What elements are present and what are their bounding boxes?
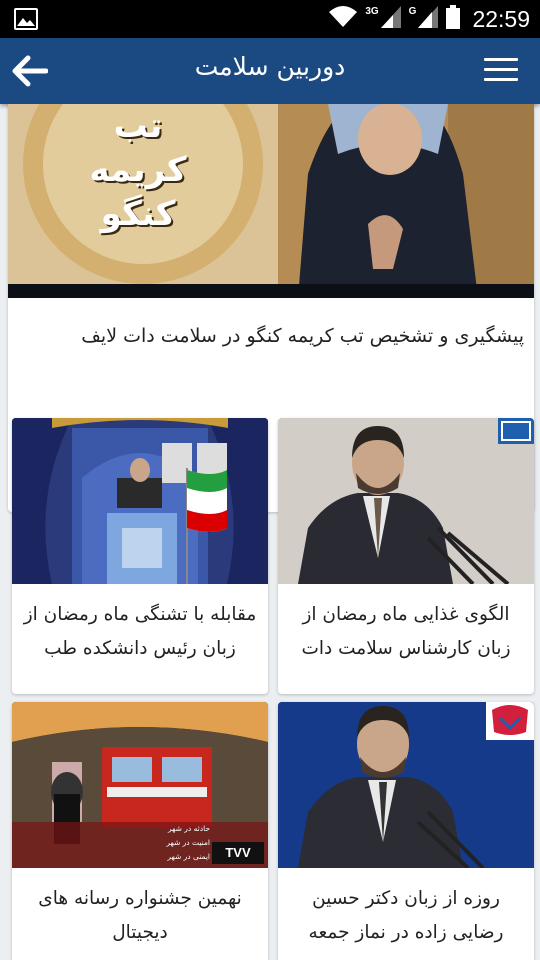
- channel-logo: TVV: [225, 845, 251, 860]
- app-bar: دوربین سلامت: [0, 38, 540, 104]
- signal-icon-1: [380, 6, 401, 32]
- gallery-notification-icon: [14, 8, 38, 30]
- article-image: [278, 702, 534, 868]
- article-card[interactable]: حادثه در شهر امنیت در شهر ایمنی در شهر T…: [12, 702, 268, 960]
- article-image: [278, 418, 534, 584]
- signal-icon-2: [418, 6, 439, 32]
- article-card[interactable]: الگوی غذایی ماه رمضان از زبان کارشناس سل…: [278, 418, 534, 694]
- featured-image-text: تب کریمه کنگو: [89, 106, 187, 234]
- featured-article-image: تب کریمه کنگو: [8, 104, 534, 298]
- menu-icon[interactable]: [484, 58, 518, 84]
- clock: 22:59: [472, 5, 530, 32]
- article-caption: الگوی غذایی ماه رمضان از زبان کارشناس سل…: [301, 604, 511, 659]
- page-title: دوربین سلامت: [194, 52, 346, 81]
- status-bar: 3G G 22:59: [0, 0, 540, 38]
- article-card[interactable]: روزه از زبان دکتر حسین رضایی زاده در نما…: [278, 702, 534, 960]
- article-image: حادثه در شهر امنیت در شهر ایمنی در شهر T…: [12, 702, 268, 868]
- article-image: [12, 418, 268, 584]
- article-card[interactable]: مقابله با تشنگی ماه رمضان از زبان رئیس د…: [12, 418, 268, 694]
- article-caption: مقابله با تشنگی ماه رمضان از زبان رئیس د…: [23, 604, 257, 659]
- wifi-icon: [329, 6, 358, 32]
- article-caption: نهمین جشنواره رسانه های دیجیتال: [38, 888, 242, 943]
- network-type-label: 3G: [365, 5, 379, 17]
- image-overlay-text: حادثه در شهر امنیت در شهر ایمنی در شهر: [166, 824, 210, 861]
- battery-icon: [446, 5, 461, 33]
- article-caption: روزه از زبان دکتر حسین رضایی زاده در نما…: [308, 888, 504, 943]
- network-type-label-2: G: [408, 5, 417, 17]
- featured-article-caption: پیشگیری و تشخیص تب کریمه کنگو در سلامت د…: [81, 325, 524, 347]
- article-feed[interactable]: تب کریمه کنگو پیشگیری و تشخیص تب کریمه ک…: [0, 104, 540, 960]
